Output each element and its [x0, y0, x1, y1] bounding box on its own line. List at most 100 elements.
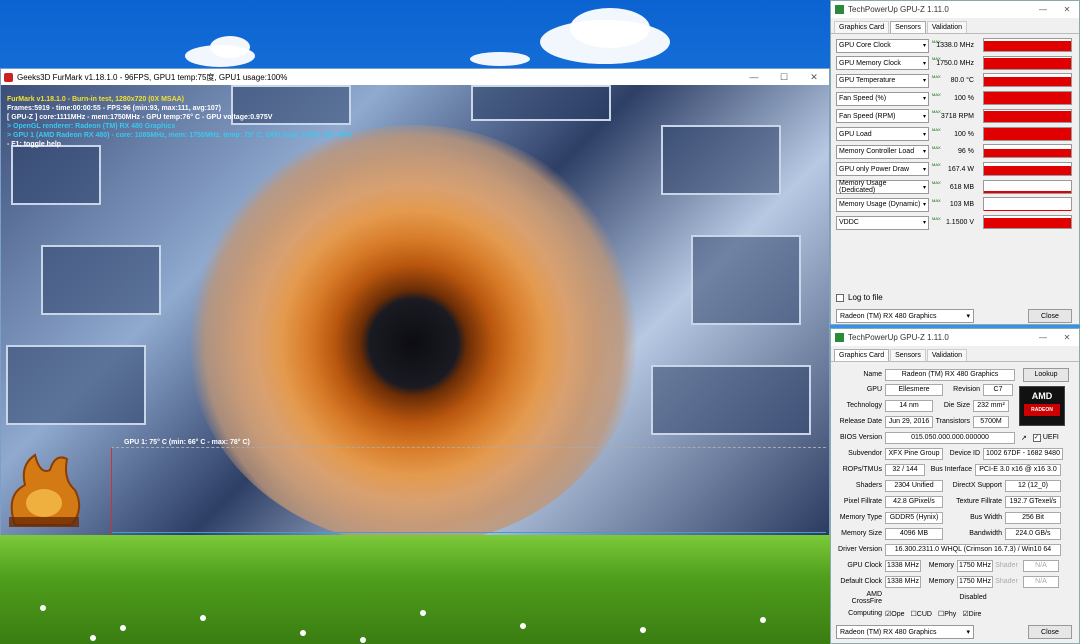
- sensor-value: MAX 1.1500 V: [932, 215, 974, 227]
- close-button[interactable]: ✕: [799, 72, 829, 83]
- rops-field: 32 / 144: [885, 463, 925, 476]
- gpuz-titlebar[interactable]: TechPowerUp GPU-Z 1.11.0 — ✕: [831, 1, 1079, 18]
- revision-field: C7: [983, 383, 1013, 396]
- default-clock-field: 1338 MHz: [885, 575, 921, 588]
- pixel-fillrate-label: Pixel Fillrate: [843, 498, 882, 505]
- sensor-name-select[interactable]: Memory Usage (Dynamic) ▾: [836, 197, 929, 212]
- furmark-app-icon: [4, 72, 13, 82]
- device-select[interactable]: Radeon (TM) RX 480 Graphics ▾: [836, 309, 974, 323]
- sensor-graph: [983, 197, 1072, 212]
- chevron-down-icon: ▾: [922, 149, 926, 156]
- sensor-name-select[interactable]: GPU Temperature ▾: [836, 73, 929, 88]
- sensor-value: MAX 103 MB: [932, 197, 974, 209]
- sensor-graph: [983, 73, 1072, 88]
- sensor-graph: [983, 215, 1072, 229]
- bandwidth-label: Bandwidth: [969, 530, 1002, 537]
- device-id-label: Device ID: [949, 450, 980, 457]
- sensor-name-select[interactable]: Memory Usage (Dedicated) ▾: [836, 180, 929, 195]
- release-date-label: Release Date: [839, 418, 882, 425]
- close-button[interactable]: Close: [1028, 625, 1072, 639]
- tab-validation[interactable]: Validation: [926, 349, 968, 361]
- lookup-button[interactable]: Lookup: [1023, 367, 1069, 382]
- directx-field: 12 (12_0): [1005, 479, 1061, 492]
- computing-label: Computing: [848, 610, 882, 617]
- sensor-name-select[interactable]: Fan Speed (RPM) ▾: [836, 109, 929, 124]
- device-id-field: 1002 67DF - 1682 9480: [983, 447, 1063, 460]
- hud-line: FurMark v1.18.1.0 - Burn-in test, 1280x7…: [7, 96, 185, 103]
- minimize-button[interactable]: —: [1031, 5, 1055, 14]
- tab-sensors[interactable]: Sensors: [890, 21, 926, 33]
- sensor-row: Fan Speed (RPM) ▾ MAX 3718 RPM: [836, 108, 1076, 125]
- device-select[interactable]: Radeon (TM) RX 480 Graphics ▾: [836, 625, 974, 639]
- opencl-checkbox: ☑Ope: [885, 610, 905, 618]
- furmark-titlebar[interactable]: Geeks3D FurMark v1.18.1.0 - 96FPS, GPU1 …: [1, 69, 829, 85]
- sensor-name-select[interactable]: GPU Load ▾: [836, 127, 929, 141]
- chevron-down-icon: ▾: [966, 313, 970, 320]
- sensor-name-select[interactable]: GPU only Power Draw ▾: [836, 162, 929, 177]
- close-button[interactable]: Close: [1028, 309, 1072, 323]
- driver-version-label: Driver Version: [838, 546, 882, 553]
- gpuz-titlebar[interactable]: TechPowerUp GPU-Z 1.11.0 — ✕: [831, 329, 1079, 346]
- chevron-down-icon: ▾: [922, 60, 926, 67]
- directx-label: DirectX Support: [952, 482, 1002, 489]
- minimize-button[interactable]: —: [739, 72, 769, 83]
- sensor-name-select[interactable]: GPU Core Clock ▾: [836, 38, 929, 53]
- gpu-clock-field: 1338 MHz: [885, 559, 921, 572]
- bios-version-label: BIOS Version: [839, 434, 882, 441]
- close-button[interactable]: ✕: [1055, 5, 1079, 14]
- chevron-down-icon: ▾: [922, 166, 926, 173]
- chevron-down-icon: ▾: [922, 184, 926, 191]
- sensor-name-select[interactable]: Memory Controller Load ▾: [836, 144, 929, 159]
- gpu-field: Ellesmere: [885, 383, 943, 396]
- memory-clock-field: 1750 MHz: [957, 559, 993, 572]
- hud-line: > GPU 1 (AMD Radeon RX 480) - core: 1085…: [7, 132, 352, 139]
- die-size-field: 232 mm²: [973, 399, 1009, 412]
- memory-size-field: 4096 MB: [885, 527, 943, 540]
- crossfire-field: Disabled: [959, 594, 987, 601]
- furmark-logo: [9, 453, 81, 527]
- shader-clock-field: N/A: [1023, 559, 1059, 572]
- graph-caption: GPU 1: 75° C (min: 66° C - max: 78° C): [124, 439, 250, 446]
- gpuz-card-window[interactable]: TechPowerUp GPU-Z 1.11.0 — ✕ Graphics Car…: [830, 328, 1080, 644]
- minimize-button[interactable]: —: [1031, 333, 1055, 342]
- sensor-row: GPU only Power Draw ▾ MAX 167.4 W: [836, 161, 1076, 178]
- sensor-graph-fill: [984, 218, 1071, 228]
- sensor-name-select[interactable]: Fan Speed (%) ▾: [836, 91, 929, 106]
- gpuz-sensors-window[interactable]: TechPowerUp GPU-Z 1.11.0 — ✕ Graphics Car…: [830, 0, 1080, 325]
- bus-width-field: 256 Bit: [1005, 511, 1061, 524]
- tab-sensors[interactable]: Sensors: [890, 349, 926, 361]
- log-to-file-checkbox[interactable]: [836, 293, 844, 302]
- sensor-graph: [983, 91, 1072, 106]
- furmark-window[interactable]: Geeks3D FurMark v1.18.1.0 - 96FPS, GPU1 …: [0, 68, 830, 535]
- graph-baseline: [112, 532, 826, 533]
- sensor-graph-fill: [984, 191, 1071, 193]
- gpuz-title: TechPowerUp GPU-Z 1.11.0: [848, 5, 949, 14]
- uefi-checkbox: ✓: [1032, 433, 1041, 442]
- sensor-graph: [983, 55, 1072, 70]
- texture-fillrate-label: Texture Fillrate: [956, 498, 1002, 505]
- shader-clock-label: Shader: [995, 562, 1018, 569]
- sensor-name-select[interactable]: GPU Memory Clock ▾: [836, 56, 929, 71]
- furmark-render-view[interactable]: FurMark v1.18.1.0 - Burn-in test, 1280x7…: [1, 85, 829, 535]
- close-button[interactable]: ✕: [1055, 333, 1079, 342]
- gpuz-app-icon: [835, 5, 844, 14]
- subvendor-label: Subvendor: [848, 450, 882, 457]
- sensor-graph-fill: [984, 111, 1071, 122]
- sensor-graph-fill: [984, 57, 1071, 69]
- tab-validation[interactable]: Validation: [926, 21, 968, 33]
- technology-field: 14 nm: [885, 399, 933, 412]
- memory-type-label: Memory Type: [839, 514, 882, 521]
- sensor-graph-fill: [984, 40, 1071, 51]
- cloud: [470, 52, 530, 66]
- physx-checkbox: ☐Phy: [937, 610, 957, 618]
- sensor-name-select[interactable]: VDDC ▾: [836, 215, 929, 230]
- memory-type-field: GDDR5 (Hynix): [885, 511, 943, 524]
- tab-graphics-card[interactable]: Graphics Card: [834, 349, 890, 361]
- maximize-button[interactable]: ☐: [769, 72, 799, 83]
- memory-clock-label: Memory: [928, 562, 954, 569]
- tab-graphics-card[interactable]: Graphics Card: [834, 21, 890, 33]
- default-shader-label: Shader: [995, 578, 1018, 585]
- sensor-graph-fill: [984, 148, 1071, 158]
- chevron-down-icon: ▾: [922, 78, 926, 85]
- share-icon[interactable]: ↗: [1021, 434, 1027, 442]
